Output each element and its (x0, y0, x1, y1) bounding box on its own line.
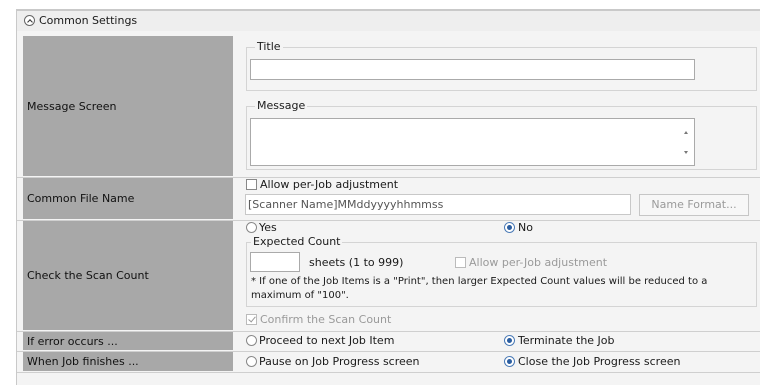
terminate-job-label: Terminate the Job (518, 334, 615, 347)
count-allow-adjust-label: Allow per-Job adjustment (469, 256, 608, 269)
file-name-allow-adjust-label: Allow per-Job adjustment (260, 178, 399, 191)
message-screen-label: Message Screen (23, 36, 233, 176)
file-name-value: [Scanner Name]MMddyyyyhhmmss (248, 198, 444, 211)
proceed-next-radio[interactable] (246, 335, 257, 346)
section-title: Common Settings (39, 14, 138, 27)
file-name-allow-adjust-checkbox[interactable] (246, 179, 257, 190)
scan-count-content: Yes No Expected Count sheets (1 to 999) … (242, 221, 760, 330)
message-textarea[interactable] (250, 118, 695, 166)
job-finishes-label-text: When Job finishes ... (27, 355, 139, 368)
confirm-scan-count-checkbox[interactable] (246, 314, 257, 325)
count-allow-adjust-checkbox[interactable] (455, 257, 466, 268)
close-progress-radio[interactable] (504, 356, 515, 367)
message-group-label: Message (255, 99, 308, 112)
error-occurs-label: If error occurs ... (23, 332, 233, 350)
error-occurs-content: Proceed to next Job Item Terminate the J… (242, 332, 760, 350)
divider (17, 372, 760, 373)
pause-progress-radio[interactable] (246, 356, 257, 367)
message-screen-label-text: Message Screen (27, 99, 117, 113)
scan-count-no-radio[interactable] (504, 222, 515, 233)
common-file-name-label-text: Common File Name (27, 192, 135, 205)
confirm-scan-count-label: Confirm the Scan Count (260, 313, 392, 326)
scroll-down-icon[interactable] (684, 151, 688, 154)
scan-count-label-text: Check the Scan Count (27, 269, 149, 282)
expected-count-label: Expected Count (251, 235, 343, 248)
title-group-label: Title (255, 40, 283, 53)
title-group: Title (246, 40, 757, 91)
expected-count-note: * If one of the Job Items is a "Print", … (251, 276, 708, 301)
name-format-button[interactable]: Name Format... (639, 194, 749, 216)
section-header[interactable]: Common Settings (17, 11, 760, 31)
proceed-next-label: Proceed to next Job Item (259, 334, 395, 347)
sheets-text: sheets (1 to 999) (309, 256, 404, 269)
common-file-name-content: Allow per-Job adjustment [Scanner Name]M… (242, 178, 760, 219)
scan-count-label: Check the Scan Count (23, 221, 233, 330)
pause-progress-label: Pause on Job Progress screen (259, 355, 420, 368)
terminate-job-radio[interactable] (504, 335, 515, 346)
scan-count-yes-label: Yes (259, 221, 277, 234)
scan-count-no-label: No (518, 221, 533, 234)
scan-count-yes-radio[interactable] (246, 222, 257, 233)
chevron-up-icon[interactable] (24, 15, 35, 26)
message-screen-content: Title Message (242, 36, 760, 176)
title-input[interactable] (250, 59, 695, 80)
error-occurs-label-text: If error occurs ... (27, 334, 118, 348)
message-group: Message (246, 99, 757, 170)
expected-count-input[interactable] (250, 252, 300, 272)
job-finishes-content: Pause on Job Progress screen Close the J… (242, 352, 760, 371)
file-name-input[interactable]: [Scanner Name]MMddyyyyhhmmss (245, 194, 631, 215)
common-file-name-label: Common File Name (23, 178, 233, 219)
job-finishes-label: When Job finishes ... (23, 352, 233, 371)
common-settings-panel: Common Settings Message Screen Title Mes… (16, 9, 760, 385)
expected-count-group: Expected Count sheets (1 to 999) Allow p… (246, 235, 757, 307)
close-progress-label: Close the Job Progress screen (518, 355, 681, 368)
scroll-up-icon[interactable] (684, 131, 688, 134)
